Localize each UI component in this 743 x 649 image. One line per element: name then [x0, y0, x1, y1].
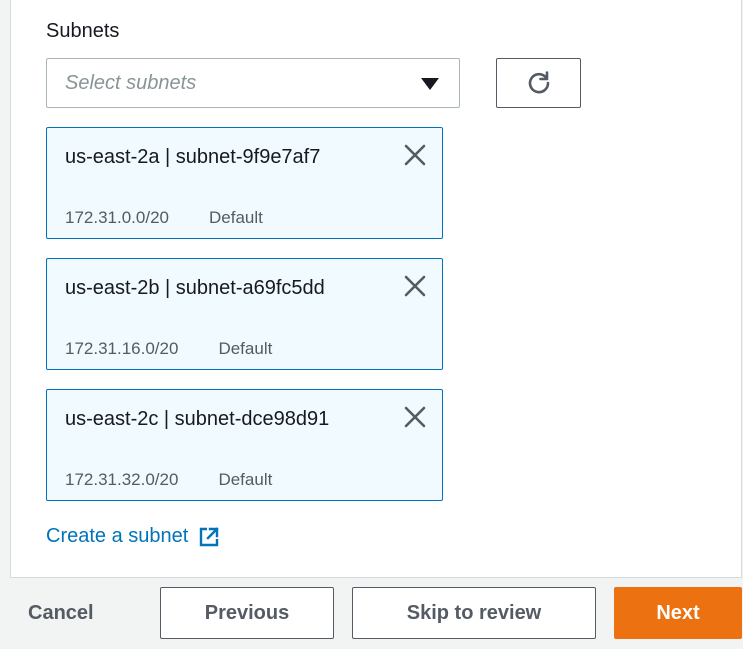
next-button[interactable]: Next	[614, 587, 742, 639]
subnet-token-title: us-east-2a | subnet-9f9e7af7	[65, 146, 321, 168]
previous-button[interactable]: Previous	[160, 587, 334, 639]
subnet-token-meta: 172.31.16.0/20 Default	[65, 339, 272, 359]
subnet-default-tag: Default	[208, 208, 263, 227]
subnet-default-tag: Default	[218, 339, 273, 358]
subnet-token: us-east-2a | subnet-9f9e7af7 172.31.0.0/…	[46, 127, 443, 239]
close-icon[interactable]	[402, 142, 428, 168]
subnets-select-placeholder: Select subnets	[65, 72, 197, 94]
subnet-token-title: us-east-2c | subnet-dce98d91	[65, 408, 330, 430]
subnet-token-meta: 172.31.0.0/20 Default	[65, 208, 263, 228]
cancel-button[interactable]: Cancel	[28, 587, 128, 639]
create-subnet-link-label: Create a subnet	[46, 525, 189, 547]
subnet-token-meta: 172.31.32.0/20 Default	[65, 470, 272, 490]
skip-to-review-button[interactable]: Skip to review	[352, 587, 596, 639]
subnets-select[interactable]: Select subnets	[46, 58, 460, 108]
refresh-button[interactable]	[496, 58, 581, 108]
subnet-cidr: 172.31.0.0/20	[65, 208, 169, 227]
subnet-cidr: 172.31.16.0/20	[65, 339, 179, 358]
subnet-default-tag: Default	[218, 470, 273, 489]
subnets-label: Subnets	[46, 20, 120, 42]
subnet-token-title: us-east-2b | subnet-a69fc5dd	[65, 277, 325, 299]
close-icon[interactable]	[402, 404, 428, 430]
caret-down-icon	[421, 78, 439, 90]
subnet-token: us-east-2b | subnet-a69fc5dd 172.31.16.0…	[46, 258, 443, 370]
create-subnet-link[interactable]: Create a subnet	[46, 525, 220, 548]
subnet-cidr: 172.31.32.0/20	[65, 470, 179, 489]
external-link-icon	[200, 526, 220, 546]
subnet-token: us-east-2c | subnet-dce98d91 172.31.32.0…	[46, 389, 443, 501]
refresh-icon	[528, 71, 549, 94]
close-icon[interactable]	[402, 273, 428, 299]
